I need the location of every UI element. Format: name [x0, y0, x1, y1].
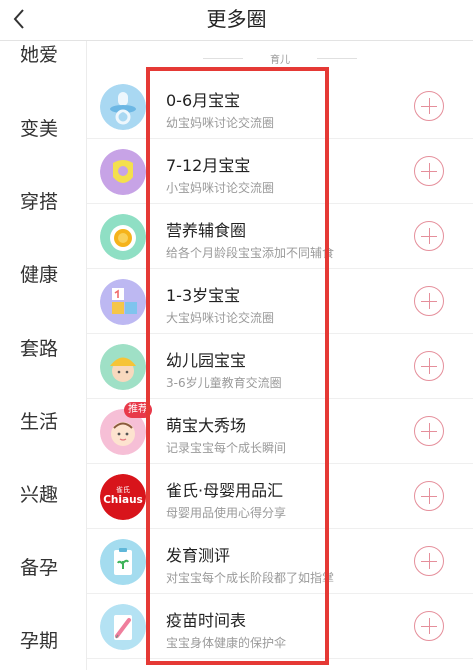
circle-title: 7-12月宝宝: [166, 156, 251, 175]
sidebar-item-sheng-huo[interactable]: 生活: [0, 402, 86, 442]
logo-small-text: 雀氏: [116, 485, 130, 494]
child-hat-icon: [100, 344, 146, 390]
list-item[interactable]: 雀氏 Chiaus 雀氏·母婴用品汇 母婴用品使用心得分享: [87, 464, 473, 529]
list-item[interactable]: 发育测评 对宝宝每个成长阶段都了如指掌: [87, 529, 473, 594]
circle-title: 萌宝大秀场: [166, 416, 247, 435]
page-title: 更多圈: [206, 7, 267, 31]
join-circle-button[interactable]: [414, 221, 444, 251]
list-item[interactable]: 营养辅食圈 给各个月龄段宝宝添加不同辅食: [87, 204, 473, 269]
sidebar-item-xing-qu[interactable]: 兴趣: [0, 475, 86, 515]
circle-title: 幼儿园宝宝: [166, 351, 247, 370]
number-blocks-icon: [100, 279, 146, 325]
join-circle-button[interactable]: [414, 156, 444, 186]
circle-subtitle: 母婴用品使用心得分享: [166, 506, 287, 520]
circle-title: 营养辅食圈: [166, 221, 247, 240]
list-item[interactable]: 0-6月宝宝 幼宝妈咪讨论交流圈: [87, 74, 473, 139]
join-circle-button[interactable]: [414, 546, 444, 576]
join-circle-button[interactable]: [414, 91, 444, 121]
circle-subtitle: 记录宝宝每个成长瞬间: [166, 441, 287, 455]
join-circle-button[interactable]: [414, 286, 444, 316]
sidebar-item-ta-ai[interactable]: 她爱: [0, 35, 86, 75]
list-item[interactable]: 7-12月宝宝 小宝妈咪讨论交流圈: [87, 139, 473, 204]
clipboard-icon: [100, 539, 146, 585]
circle-title: 0-6月宝宝: [166, 91, 241, 110]
logo-text: Chiaus: [103, 494, 143, 506]
list-item[interactable]: 幼儿园宝宝 3-6岁儿童教育交流圈: [87, 334, 473, 399]
circle-subtitle: 大宝妈咪讨论交流圈: [166, 311, 275, 325]
circle-subtitle: 给各个月龄段宝宝添加不同辅食: [166, 246, 335, 260]
sidebar-item-bian-mei[interactable]: 变美: [0, 109, 86, 149]
chiaus-logo-icon: 雀氏 Chiaus: [100, 474, 146, 520]
food-bowl-icon: [100, 214, 146, 260]
sidebar-item-bei-yun[interactable]: 备孕: [0, 548, 86, 588]
join-circle-button[interactable]: [414, 351, 444, 381]
circle-subtitle: 幼宝妈咪讨论交流圈: [166, 116, 275, 130]
pacifier-icon: [100, 84, 146, 130]
circle-title: 发育测评: [166, 546, 231, 565]
circle-title: 雀氏·母婴用品汇: [166, 481, 284, 500]
list-item[interactable]: 疫苗时间表 宝宝身体健康的保护伞: [87, 594, 473, 659]
join-circle-button[interactable]: [414, 481, 444, 511]
sidebar-item-jian-kang[interactable]: 健康: [0, 255, 86, 295]
bib-icon: [100, 149, 146, 195]
circle-subtitle: 小宝妈咪讨论交流圈: [166, 181, 275, 195]
circle-subtitle: 3-6岁儿童教育交流圈: [166, 376, 282, 390]
section-label: 育儿: [87, 51, 473, 66]
recommended-badge: 推荐: [124, 402, 152, 418]
circle-title: 1-3岁宝宝: [166, 286, 241, 305]
circle-list: 育儿 0-6月宝宝 幼宝妈咪讨论交流圈 7-12月宝宝 小宝妈咪讨论交流圈 营养…: [87, 41, 473, 670]
sidebar-item-yun-qi[interactable]: 孕期: [0, 621, 86, 661]
circle-title: 疫苗时间表: [166, 611, 247, 630]
circle-subtitle: 宝宝身体健康的保护伞: [166, 636, 287, 650]
sidebar-item-chuan-da[interactable]: 穿搭: [0, 182, 86, 222]
list-item[interactable]: 1-3岁宝宝 大宝妈咪讨论交流圈: [87, 269, 473, 334]
join-circle-button[interactable]: [414, 416, 444, 446]
circle-subtitle: 对宝宝每个成长阶段都了如指掌: [166, 571, 335, 585]
join-circle-button[interactable]: [414, 611, 444, 641]
syringe-icon: [100, 604, 146, 650]
category-sidebar: 她爱 变美 穿搭 健康 套路 生活 兴趣 备孕 孕期: [0, 41, 87, 670]
sidebar-item-tao-lu[interactable]: 套路: [0, 329, 86, 369]
